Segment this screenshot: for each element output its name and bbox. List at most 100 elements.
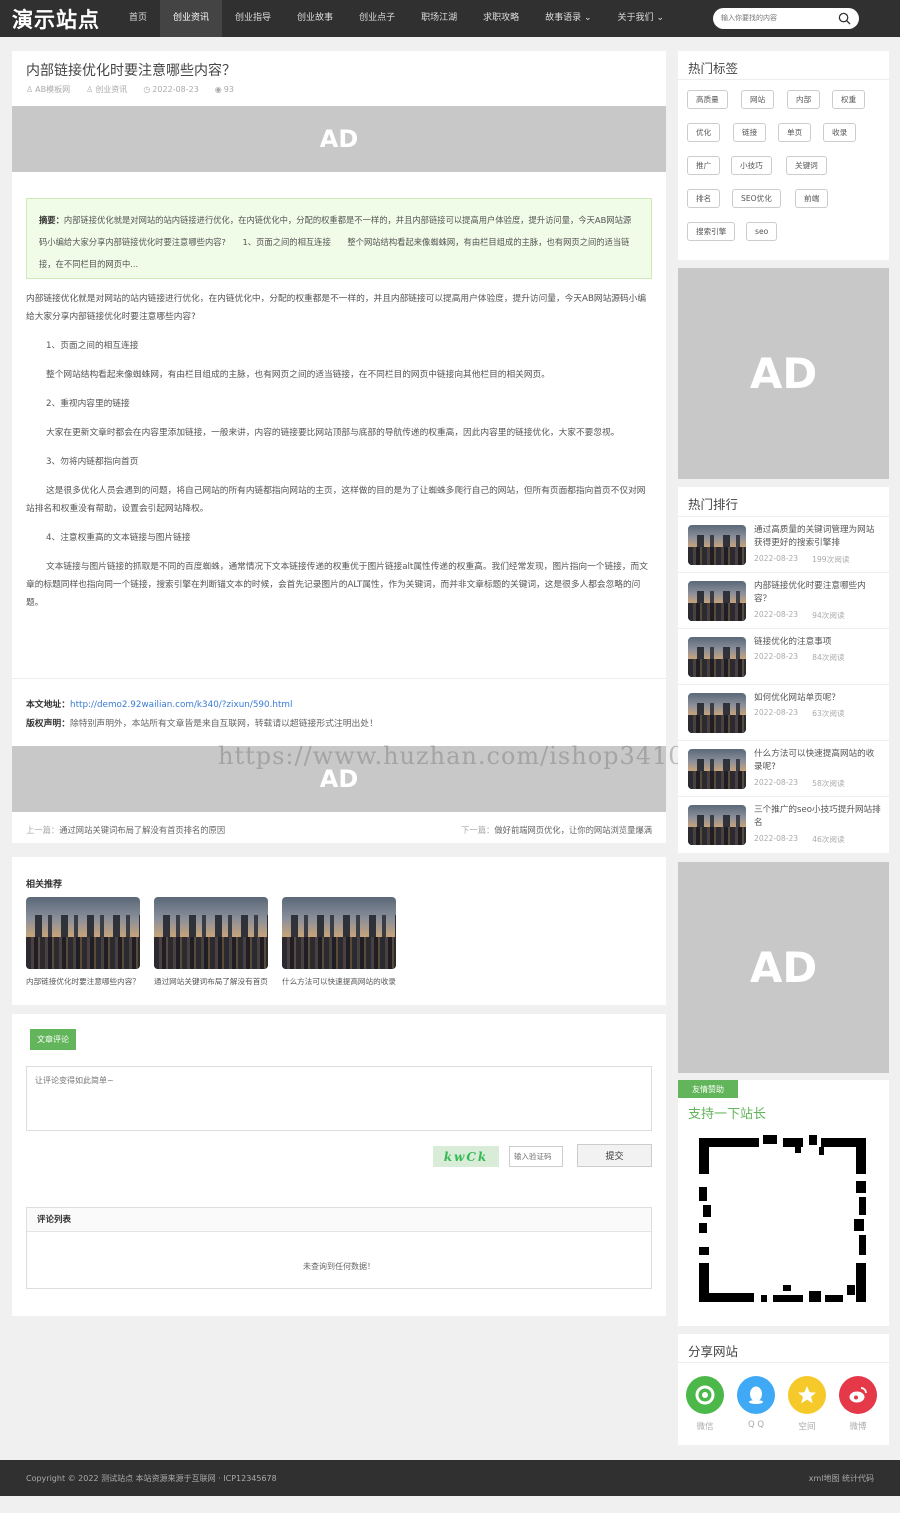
tag-item[interactable]: 内部 xyxy=(787,90,821,109)
nav-item-idea[interactable]: 创业点子 xyxy=(346,0,408,37)
clock-icon: ◷ xyxy=(143,85,151,94)
rank-item-title[interactable]: 什么方法可以快速提高网站的收录呢? xyxy=(754,748,882,774)
nav-item-news[interactable]: 创业资讯 xyxy=(160,0,223,37)
search-input[interactable] xyxy=(721,11,831,26)
rank-thumb[interactable] xyxy=(688,525,746,565)
rank-thumb[interactable] xyxy=(688,637,746,677)
rank-date: 2022-08-23 xyxy=(754,834,799,843)
tag-item[interactable]: 权重 xyxy=(832,90,866,109)
rank-date: 2022-08-23 xyxy=(754,554,799,563)
article-title: 内部链接优化时要注意哪些内容？ xyxy=(26,63,236,79)
rank-item[interactable]: 什么方法可以快速提高网站的收录呢? 2022-08-23 58次阅读 xyxy=(678,740,889,796)
nav-item-jobs[interactable]: 求职攻略 xyxy=(470,0,532,37)
tag-item[interactable]: 链接 xyxy=(733,123,767,142)
share-qq-button[interactable] xyxy=(737,1376,775,1414)
article-body: 内部链接优化就是对网站的站内链接进行优化，在内链优化中，分配的权重都是不一样的，… xyxy=(26,290,652,623)
tag-item[interactable]: 推广 xyxy=(687,156,721,175)
share-title: 分享网站 xyxy=(688,1344,739,1359)
tag-item[interactable]: 小技巧 xyxy=(731,156,772,175)
rank-thumb[interactable] xyxy=(688,693,746,733)
nav-item-story[interactable]: 创业故事 xyxy=(284,0,346,37)
rank-item-title[interactable]: 通过高质量的关键词管理为网站获得更好的搜索引擎排 xyxy=(754,524,882,550)
related-thumb[interactable] xyxy=(26,897,140,969)
comment-list: 评论列表 未查询到任何数据！ xyxy=(26,1207,652,1289)
rank-thumb[interactable] xyxy=(688,749,746,789)
tag-item[interactable]: 收录 xyxy=(823,123,857,142)
next-article[interactable]: 下一篇：做好前端网页优化，让你的网站浏览量爆满 xyxy=(461,824,652,836)
rank-item-title[interactable]: 链接优化的注意事项 xyxy=(754,636,882,649)
ad-sidebar-2[interactable]: AD xyxy=(678,862,889,1073)
rank-item[interactable]: 三个推广的seo小技巧提升网站排名 2022-08-23 46次阅读 xyxy=(678,796,889,852)
search-box xyxy=(713,8,859,29)
rank-thumb[interactable] xyxy=(688,581,746,621)
paragraph: 3、勿将内链都指向首页 xyxy=(46,457,139,467)
nav-item-workplace[interactable]: 职场江湖 xyxy=(408,0,470,37)
tag-item[interactable]: 关键词 xyxy=(786,156,827,175)
share-label: 微信 xyxy=(696,1422,714,1432)
rank-thumb[interactable] xyxy=(688,805,746,845)
prev-article[interactable]: 上一篇：通过网站关键词布局了解没有首页排名的原因 xyxy=(26,824,225,836)
related-caption[interactable]: 内部链接优化时要注意哪些内容？ xyxy=(26,976,140,987)
rank-date: 2022-08-23 xyxy=(754,610,799,619)
rank-item[interactable]: 链接优化的注意事项 2022-08-23 84次阅读 xyxy=(678,628,889,684)
tag-item[interactable]: 单页 xyxy=(778,123,812,142)
tab-comments[interactable]: 文章评论 xyxy=(30,1029,76,1050)
share-weibo-button[interactable] xyxy=(839,1376,877,1414)
ad-sidebar-1[interactable]: AD xyxy=(678,268,889,479)
footer-links[interactable]: xml地图 统计代码 xyxy=(809,1473,874,1484)
tag-item[interactable]: 前端 xyxy=(795,189,829,208)
divider xyxy=(678,1362,889,1363)
captcha-input[interactable] xyxy=(509,1146,563,1167)
paragraph: 2、重视内容里的链接 xyxy=(46,399,130,409)
comment-textarea[interactable] xyxy=(26,1066,652,1131)
rank-item-title[interactable]: 三个推广的seo小技巧提升网站排名 xyxy=(754,804,882,830)
nav-item-guide[interactable]: 创业指导 xyxy=(222,0,284,37)
share-wechat-button[interactable] xyxy=(686,1376,724,1414)
search-icon[interactable] xyxy=(838,12,851,25)
prev-article-link[interactable]: 通过网站关键词布局了解没有首页排名的原因 xyxy=(59,825,225,835)
next-article-link[interactable]: 做好前端网页优化，让你的网站浏览量爆满 xyxy=(494,825,652,835)
tag-item[interactable]: 优化 xyxy=(687,123,721,142)
copyright-label: 版权声明： xyxy=(26,719,70,729)
rank-views: 199次阅读 xyxy=(812,555,850,564)
divider xyxy=(678,79,889,80)
comment-list-title: 评论列表 xyxy=(27,1208,651,1232)
nav-item-about[interactable]: 关于我们 ⌄ xyxy=(605,0,677,37)
article-author[interactable]: AB模板网 xyxy=(35,84,70,95)
rank-date: 2022-08-23 xyxy=(754,652,799,661)
rank-date: 2022-08-23 xyxy=(754,778,799,787)
tag-item[interactable]: 搜索引擎 xyxy=(687,222,736,241)
submit-button[interactable]: 提交 xyxy=(577,1144,652,1167)
share-label: 微博 xyxy=(849,1422,867,1432)
nav-item-home[interactable]: 首页 xyxy=(116,0,160,37)
tags-title: 热门标签 xyxy=(688,61,739,76)
related-thumb[interactable] xyxy=(154,897,268,969)
rank-item-title[interactable]: 如何优化网站单页呢？ xyxy=(754,692,882,705)
related-thumb[interactable] xyxy=(282,897,396,969)
rank-item-title[interactable]: 内部链接优化时要注意哪些内容？ xyxy=(754,580,882,606)
qr-code-image xyxy=(699,1135,866,1302)
captcha-image[interactable]: kwCk xyxy=(433,1146,499,1167)
nav-item-quotes[interactable]: 故事语录 ⌄ xyxy=(532,0,604,37)
rank-date: 2022-08-23 xyxy=(754,708,799,717)
site-logo[interactable]: 演示站点 xyxy=(12,4,100,34)
rank-item[interactable]: 内部链接优化时要注意哪些内容？ 2022-08-23 94次阅读 xyxy=(678,572,889,628)
eye-icon: ◉ xyxy=(214,85,222,94)
summary-label: 摘要： xyxy=(39,215,64,225)
tag-item[interactable]: SEO优化 xyxy=(732,189,781,208)
related-caption[interactable]: 什么方法可以快速提高网站的收录呢? xyxy=(282,976,396,987)
tag-item[interactable]: 网站 xyxy=(741,90,775,109)
tag-item[interactable]: seo xyxy=(746,222,778,241)
paragraph: 整个网站结构看起来像蜘蛛网，有由栏目组成的主脉，也有网页之间的适当链接，在不同栏… xyxy=(46,370,550,380)
article-url-link[interactable]: http://demo2.92wailian.com/k340/?zixun/5… xyxy=(70,700,292,710)
related-caption[interactable]: 通过网站关键词布局了解没有首页排名的原因 xyxy=(154,976,268,987)
paragraph: 内部链接优化就是对网站的站内链接进行优化，在内链优化中，分配的权重都是不一样的，… xyxy=(26,294,647,322)
share-qzone-button[interactable] xyxy=(788,1376,826,1414)
rank-item[interactable]: 如何优化网站单页呢？ 2022-08-23 63次阅读 xyxy=(678,684,889,740)
rank-item[interactable]: 通过高质量的关键词管理为网站获得更好的搜索引擎排 2022-08-23 199次阅… xyxy=(678,516,889,572)
tag-item[interactable]: 高质量 xyxy=(687,90,728,109)
tag-item[interactable]: 排名 xyxy=(687,189,721,208)
article-category[interactable]: 创业资讯 xyxy=(95,84,127,95)
star-icon xyxy=(798,1386,816,1404)
ad-banner-top[interactable]: AD xyxy=(12,106,666,172)
